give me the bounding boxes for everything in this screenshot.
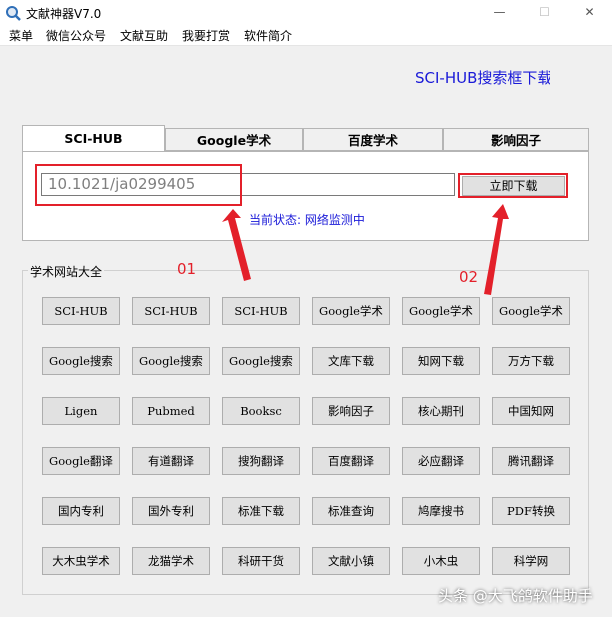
arrow-02 bbox=[484, 204, 509, 295]
watermark: 头条 @大飞鸽软件助手 bbox=[438, 587, 593, 605]
arrow-01 bbox=[222, 209, 251, 281]
annotation-label-02: 02 bbox=[459, 268, 479, 286]
annotation-label-01: 01 bbox=[177, 260, 197, 278]
annotation-arrows bbox=[222, 204, 509, 295]
